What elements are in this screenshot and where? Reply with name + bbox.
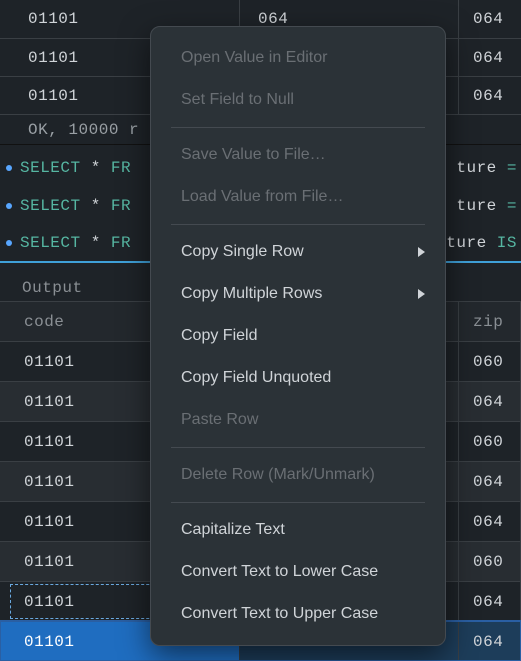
submenu-arrow-icon [418,289,425,299]
menu-item: Open Value in Editor [151,37,445,79]
cell-zip[interactable]: 060 [459,341,521,381]
active-query-indicator-icon [6,203,12,209]
cell-zip[interactable]: 064 [459,381,521,421]
active-query-indicator-icon [6,165,12,171]
submenu-arrow-icon [418,247,425,257]
menu-item: Delete Row (Mark/Unmark) [151,454,445,496]
menu-separator [171,127,425,128]
cell-zip[interactable]: 060 [459,421,521,461]
cell-zip[interactable]: 060 [459,541,521,581]
menu-item[interactable]: Copy Multiple Rows [151,273,445,315]
cell-zip[interactable]: 064 [459,581,521,621]
menu-item[interactable]: Capitalize Text [151,509,445,551]
cell-zip[interactable]: 064 [459,621,521,661]
menu-item[interactable]: Copy Field [151,315,445,357]
menu-item[interactable]: Copy Single Row [151,231,445,273]
column-header-zip[interactable]: zip [459,301,521,341]
cell-zip[interactable]: 064 [459,501,521,541]
cell-right[interactable]: 064 [459,39,521,76]
menu-item[interactable]: Convert Text to Upper Case [151,593,445,635]
menu-separator [171,224,425,225]
menu-item: Paste Row [151,399,445,441]
output-tab[interactable]: Output [12,273,103,301]
active-query-indicator-icon [6,240,12,246]
cell-right[interactable]: 064 [459,77,521,114]
menu-separator [171,502,425,503]
menu-item: Save Value to File… [151,134,445,176]
cell-right[interactable]: 064 [459,0,521,38]
menu-item[interactable]: Convert Text to Lower Case [151,551,445,593]
context-menu: Open Value in EditorSet Field to Null Sav… [150,26,446,646]
menu-item[interactable]: Copy Field Unquoted [151,357,445,399]
menu-item: Set Field to Null [151,79,445,121]
menu-separator [171,447,425,448]
cell-zip[interactable]: 064 [459,461,521,501]
menu-item: Load Value from File… [151,176,445,218]
